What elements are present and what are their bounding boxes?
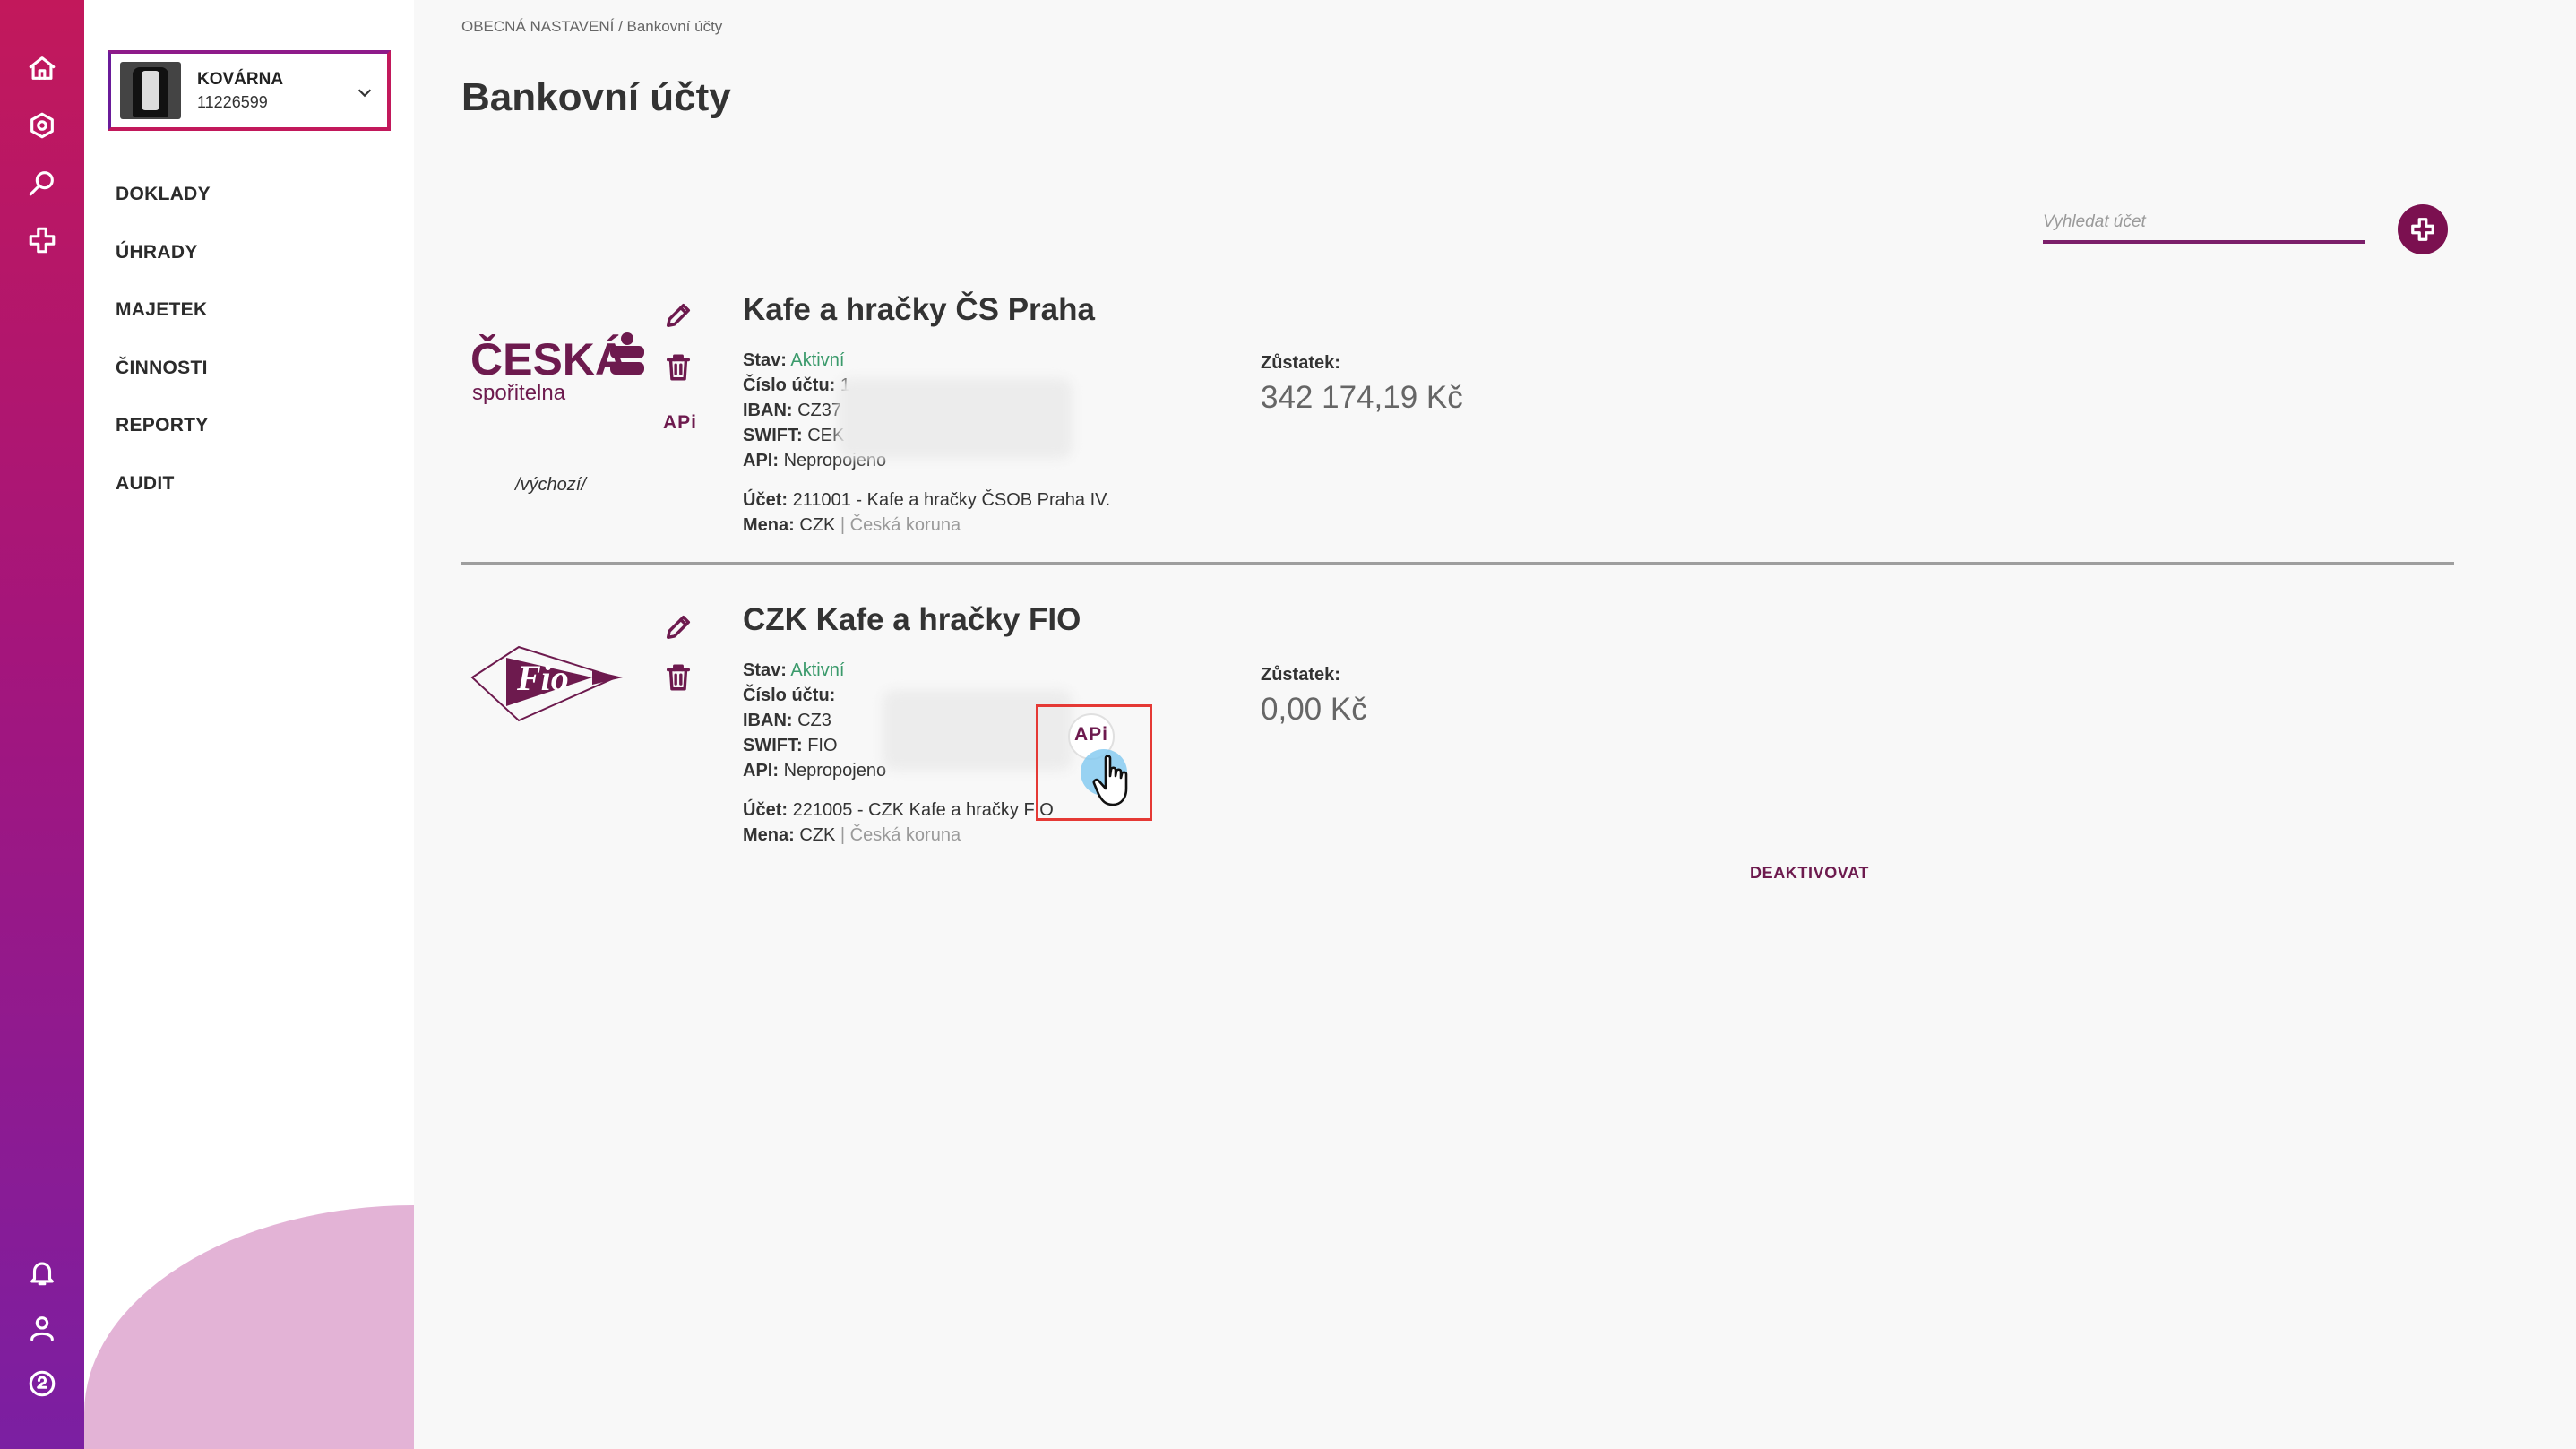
home-icon[interactable] [24,50,60,86]
sidebar: KOVÁRNA 11226599 DOKLADY ÚHRADY MAJETEK … [84,0,414,1449]
company-id: 11226599 [197,92,268,111]
company-name: KOVÁRNA [197,69,284,89]
nav-item-cinnosti[interactable]: ČINNOSTI [116,353,211,411]
api-value: Nepropojeno [783,761,887,781]
breadcrumb[interactable]: OBECNÁ NASTAVENÍ / Bankovní účty [461,18,722,36]
label-api: API: [743,761,779,781]
plus-icon [2411,218,2434,241]
default-label: /výchozí/ [515,475,586,495]
delete-trash-icon[interactable] [660,349,696,385]
decorative-blob [84,1205,414,1449]
label-ucet: Účet: [743,800,788,820]
nav-item-audit[interactable]: AUDIT [116,469,211,527]
company-avatar [120,62,181,119]
label-iban: IBAN: [743,401,793,420]
bell-icon[interactable] [24,1255,60,1290]
nav-item-reporty[interactable]: REPORTY [116,410,211,469]
balance-label: Zůstatek: [1261,665,1340,685]
iban-value: CZ37 [797,401,842,420]
balance-value: 0,00 Kč [1261,692,1367,727]
label-swift: SWIFT: [743,426,803,445]
separator: | [835,515,850,535]
ledger-value: 211001 - Kafe a hračky ČSOB Praha IV. [792,490,1111,510]
hand-cursor-icon [1091,753,1138,810]
label-stav: Stav: [743,350,787,370]
deactivate-button[interactable]: DEAKTIVOVAT [1750,864,1869,883]
main-nav: DOKLADY ÚHRADY MAJETEK ČINNOSTI REPORTY … [116,179,211,526]
user-icon[interactable] [24,1310,60,1346]
label-api: API: [743,451,779,470]
edit-pencil-icon[interactable] [660,609,696,645]
search-box[interactable] [2043,204,2365,244]
label-swift: SWIFT: [743,736,803,755]
balance-value: 342 174,19 Kč [1261,380,1463,415]
nav-item-doklady[interactable]: DOKLADY [116,179,211,237]
label-iban: IBAN: [743,711,793,730]
search-input[interactable] [2043,204,2365,240]
account-title: Kafe a hračky ČS Praha [743,292,1095,327]
chevron-down-icon[interactable] [355,82,375,102]
logo-text-ceska: ČESKÁ [470,333,627,384]
label-stav: Stav: [743,660,787,680]
settings-hex-icon[interactable] [24,108,60,143]
redacted-blur [838,378,1073,459]
ledger-value: 221005 - CZK Kafe a hračky FIO [792,800,1054,820]
currency-code: CZK [799,825,836,845]
main-content: OBECNÁ NASTAVENÍ / Bankovní účty Bankovn… [414,0,2576,1449]
add-plus-icon[interactable] [24,222,60,258]
status-value: Aktivní [790,660,845,680]
currency-code: CZK [799,515,836,535]
nav-item-uhrady[interactable]: ÚHRADY [116,237,211,296]
ceska-sporitelna-logo: ČESKÁ spořitelna [470,328,650,413]
company-selector[interactable]: KOVÁRNA 11226599 [108,50,391,131]
currency-name: Česká koruna [849,825,961,845]
status-value: Aktivní [790,350,845,370]
account-card: Fio CZK Kafe a hračky FIO Stav: Aktivní … [461,599,2454,903]
logo-text-fio: Fio [516,658,569,698]
label-cislo: Číslo účtu: [743,686,836,705]
help-icon[interactable] [24,1366,60,1402]
search-key-icon[interactable] [24,165,60,201]
label-ucet: Účet: [743,490,788,510]
label-mena: Mena: [743,515,795,535]
label-cislo: Číslo účtu: [743,375,836,395]
separator: | [835,825,850,845]
account-title: CZK Kafe a hračky FIO [743,602,1081,637]
icon-rail [0,0,84,1449]
account-card: ČESKÁ spořitelna /výchozí/ APi Kafe a hr… [461,287,2454,565]
nav-item-majetek[interactable]: MAJETEK [116,295,211,353]
add-account-button[interactable] [2398,204,2448,254]
page-title: Bankovní účty [461,75,731,119]
api-button[interactable]: APi [1072,724,1111,746]
fio-logo: Fio [470,634,650,737]
currency-name: Česká koruna [849,515,961,535]
delete-trash-icon[interactable] [660,660,696,695]
balance-label: Zůstatek: [1261,353,1340,373]
swift-value: FIO [807,736,838,755]
logo-text-sporitelna: spořitelna [472,381,566,405]
api-button[interactable]: APi [660,412,700,434]
edit-pencil-icon[interactable] [660,298,696,333]
iban-value: CZ3 [797,711,831,730]
label-mena: Mena: [743,825,795,845]
